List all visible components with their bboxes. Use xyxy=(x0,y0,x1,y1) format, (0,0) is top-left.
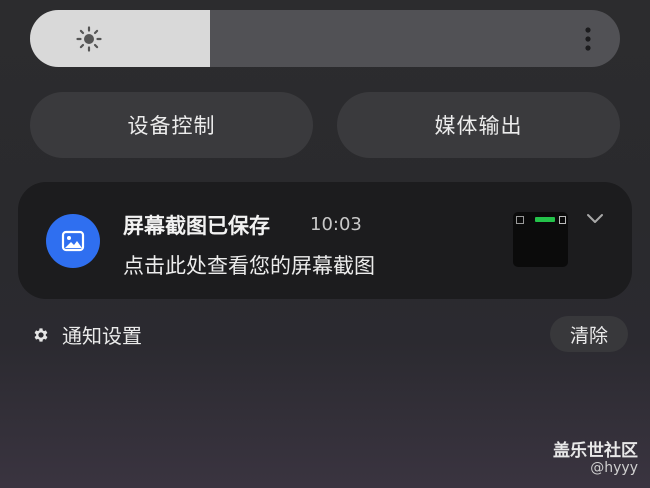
app-icon xyxy=(46,214,100,268)
clear-button[interactable]: 清除 xyxy=(550,316,628,352)
sun-icon xyxy=(76,26,102,52)
chevron-down-icon[interactable] xyxy=(585,212,605,226)
notification-time: 10:03 xyxy=(310,214,362,235)
more-vertical-icon[interactable] xyxy=(578,25,598,53)
notification-settings-link[interactable]: 通知设置 xyxy=(32,320,142,349)
image-icon xyxy=(61,230,85,252)
screenshot-thumbnail[interactable] xyxy=(513,212,568,267)
notification-title: 屏幕截图已保存 xyxy=(123,214,270,238)
thumbnail-detail xyxy=(559,216,566,224)
media-output-button[interactable]: 媒体输出 xyxy=(337,92,620,158)
watermark-user: @hyyy xyxy=(590,460,638,476)
thumbnail-detail xyxy=(535,217,555,222)
brightness-fill xyxy=(30,10,210,67)
thumbnail-detail xyxy=(516,216,524,224)
watermark-brand: 盖乐世社区 xyxy=(553,441,638,461)
gear-icon xyxy=(34,327,48,342)
screenshot-notification[interactable]: 屏幕截图已保存 10:03 点击此处查看您的屏幕截图 xyxy=(18,182,632,299)
brightness-slider[interactable] xyxy=(30,10,620,67)
device-control-button[interactable]: 设备控制 xyxy=(30,92,313,158)
notification-settings-label: 通知设置 xyxy=(62,324,142,348)
notification-body: 点击此处查看您的屏幕截图 xyxy=(123,254,375,278)
